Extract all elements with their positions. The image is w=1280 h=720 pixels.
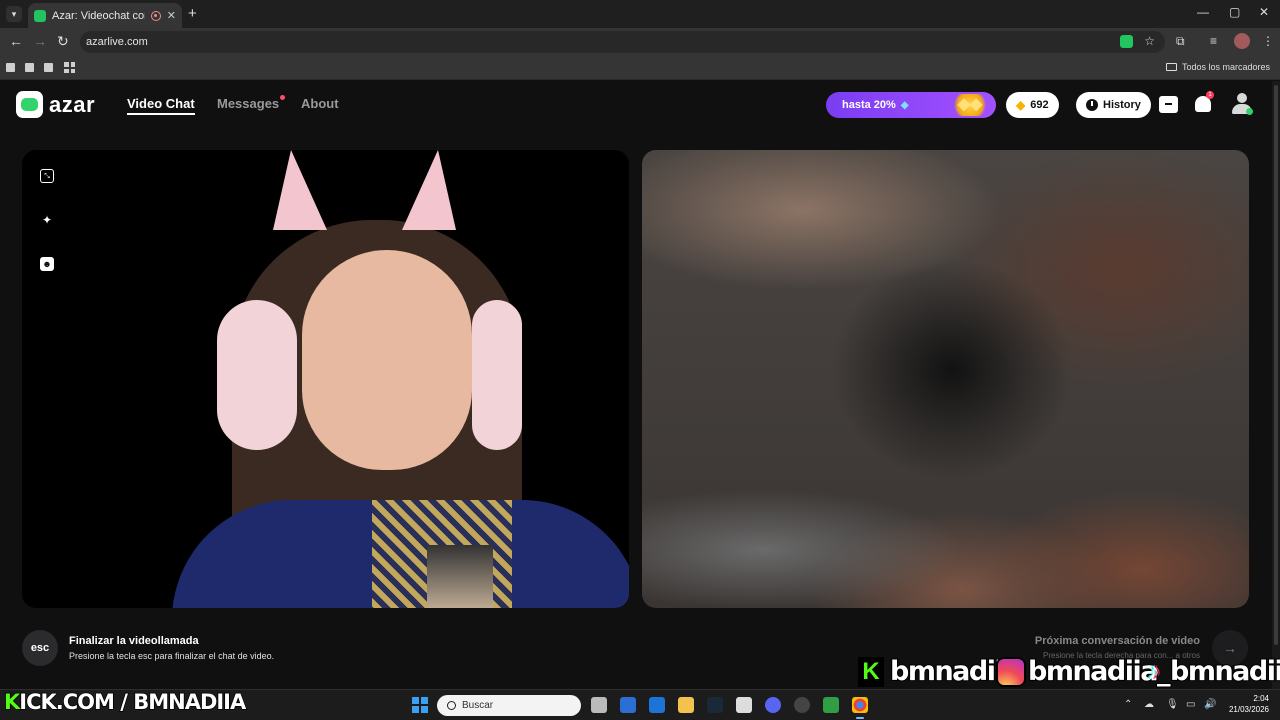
recording-indicator-icon [150, 10, 161, 21]
page-scrollbar[interactable] [1272, 81, 1280, 689]
extensions-puzzle-icon[interactable]: ⧉ [1176, 34, 1185, 49]
nav-about[interactable]: About [301, 96, 339, 111]
tab-title: Azar: Videochat con gente [52, 9, 145, 22]
overlay-kick-url: KICK.COM / BMNADIIA [3, 689, 247, 715]
chrome-menu-icon[interactable]: ⋮ [1262, 34, 1274, 48]
minimize-video-icon[interactable]: ⤡ [40, 169, 54, 183]
nav-video-chat[interactable]: Video Chat [127, 96, 195, 115]
local-video: ⤡ ✦ ☻ [22, 150, 629, 608]
messages-unread-dot [280, 95, 285, 100]
snipping-tool-icon[interactable] [736, 697, 752, 713]
obs-icon[interactable] [794, 697, 810, 713]
clock-date: 21/03/2026 [1228, 705, 1269, 714]
gems-count: 692 [1030, 99, 1049, 111]
video-side-tools: ⤡ ✦ ☻ [40, 169, 54, 271]
minimize-button[interactable]: — [1197, 5, 1209, 19]
tiktok-logo-icon: ♪ [1148, 658, 1160, 685]
browser-toolbar: ← → ↻ azarlive.com ☆ ⧉ ≡ ⋮ [0, 28, 1280, 126]
extension-icon[interactable] [1120, 35, 1133, 48]
face-filter-icon[interactable]: ☻ [40, 257, 54, 271]
next-chat-title: Próxima conversación de video [1034, 635, 1200, 647]
bookmark-2-icon[interactable] [25, 63, 34, 72]
profile-avatar[interactable] [1234, 33, 1250, 49]
new-tab-button[interactable]: + [188, 5, 197, 22]
browser-tab-strip: ▾ Azar: Videochat con gente ✕ + — ▢ ✕ [0, 0, 1280, 28]
promo-button[interactable]: hasta 20% ◆ ◆◆ [826, 92, 996, 118]
store-icon[interactable] [1159, 96, 1178, 113]
esc-key-button[interactable]: esc [22, 630, 58, 666]
gem-icon: ◆ [1016, 98, 1026, 112]
promo-label: hasta 20% [842, 99, 896, 111]
network-icon[interactable]: ▭ [1186, 699, 1195, 710]
all-bookmarks-label: Todos los marcadores [1181, 62, 1270, 72]
history-label: History [1103, 99, 1141, 111]
bookmarks-bar: Todos los marcadores [0, 56, 1280, 80]
kick-k-letter: K [3, 689, 21, 715]
logo-text: azar [49, 91, 96, 117]
notification-badge: 1 [1206, 91, 1214, 99]
windows-start-icon[interactable] [412, 697, 428, 713]
remote-video-blurred [642, 150, 1249, 608]
chrome-icon[interactable] [852, 697, 868, 719]
bookmark-star-icon[interactable]: ☆ [1144, 34, 1155, 48]
reload-icon[interactable]: ↻ [57, 33, 69, 50]
clock-icon [1086, 99, 1098, 111]
azar-logo[interactable]: azar [16, 91, 95, 118]
file-explorer-icon[interactable] [678, 697, 694, 713]
overlay-tiktok-handle: bmnadiia [1169, 655, 1280, 688]
gems-pile-icon: ◆◆ [950, 94, 990, 116]
onedrive-icon[interactable]: ☁ [1144, 699, 1154, 710]
forward-arrow-icon[interactable]: → [33, 33, 47, 49]
streamer-image [172, 150, 629, 608]
microphone-icon[interactable]: 🎙 [1166, 699, 1179, 710]
taskbar-search[interactable]: Buscar [437, 695, 581, 716]
volume-icon[interactable]: 🔊 [1204, 699, 1216, 710]
store-app-icon[interactable] [620, 697, 636, 713]
bookmark-3-icon[interactable] [44, 63, 53, 72]
discord-icon[interactable] [765, 697, 781, 713]
azar-logo-icon [16, 91, 43, 118]
address-bar[interactable]: azarlive.com ☆ [80, 31, 1165, 126]
taskbar-clock[interactable]: 2:04 21/03/2026 [1225, 693, 1269, 715]
azar-favicon-icon [34, 9, 46, 22]
play-app-icon[interactable] [823, 697, 839, 713]
diamond-icon: ◆ [900, 99, 909, 111]
end-call-hint: Presione la tecla esc para finalizar el … [69, 651, 275, 661]
tab-close-button[interactable]: ✕ [167, 9, 176, 22]
steam-icon[interactable] [707, 697, 723, 713]
user-profile-icon[interactable] [1232, 93, 1253, 115]
url-text: azarlive.com [86, 36, 148, 48]
magic-wand-icon[interactable]: ✦ [40, 213, 54, 227]
search-icon [447, 701, 456, 710]
tab-search-button[interactable]: ▾ [6, 6, 22, 22]
all-bookmarks-button[interactable]: Todos los marcadores [1165, 62, 1270, 72]
close-window-button[interactable]: ✕ [1259, 5, 1269, 19]
browser-tab-azar[interactable]: Azar: Videochat con gente ✕ [28, 3, 182, 28]
back-arrow-icon[interactable]: ← [9, 33, 23, 49]
history-button[interactable]: History [1076, 92, 1151, 118]
nav-messages[interactable]: Messages [217, 96, 279, 111]
taskbar-search-placeholder: Buscar [462, 700, 494, 711]
clock-time: 2:04 [1253, 694, 1269, 703]
bookmark-1-icon[interactable] [6, 63, 15, 72]
media-control-icon[interactable]: ≡ [1210, 34, 1217, 48]
end-call-title: Finalizar la videollamada [69, 635, 199, 647]
tray-overflow-icon[interactable]: ⌃ [1124, 699, 1132, 710]
outlook-icon[interactable] [649, 697, 665, 713]
folder-icon [1165, 63, 1177, 71]
apps-grid-icon[interactable] [64, 62, 75, 73]
kick-logo-icon: K [858, 657, 884, 687]
instagram-logo-icon [996, 657, 1026, 687]
azar-page: azar Video Chat Messages About hasta 20%… [0, 81, 1280, 689]
task-view-icon[interactable] [591, 697, 607, 713]
maximize-button[interactable]: ▢ [1229, 5, 1240, 19]
gems-balance-button[interactable]: ◆ 692 [1006, 92, 1059, 118]
kick-url-text: ICK.COM / BMNADIIA [19, 689, 247, 715]
